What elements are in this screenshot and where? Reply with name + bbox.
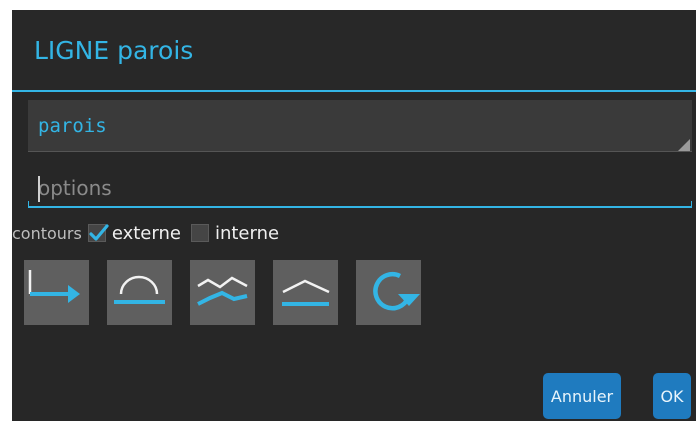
dialog-title: LIGNE parois — [34, 36, 194, 65]
input-underline — [28, 206, 692, 208]
externe-checkbox[interactable] — [87, 224, 109, 242]
title-divider — [12, 90, 696, 92]
interne-checkbox[interactable] — [190, 224, 209, 242]
zigzag-lines-icon — [197, 276, 248, 306]
resize-corner-icon — [678, 139, 690, 151]
text-cursor — [38, 176, 40, 202]
ok-button[interactable]: OK — [653, 373, 691, 419]
options-input[interactable]: options — [28, 170, 692, 208]
tool-chevron-button[interactable] — [273, 260, 338, 325]
line-arrow-icon — [28, 270, 80, 303]
input-underline-right-tick — [691, 201, 692, 208]
tool-arc-button[interactable] — [107, 260, 172, 325]
chevron-over-line-icon — [282, 279, 330, 306]
contours-row: contours externe interne — [12, 220, 289, 246]
rotate-arrow-icon — [373, 272, 420, 311]
externe-label[interactable]: externe — [112, 223, 181, 244]
contours-label: contours — [12, 223, 82, 243]
tool-rotate-button[interactable] — [356, 260, 421, 325]
checkmark-icon — [89, 224, 109, 241]
tool-zigzag-button[interactable] — [190, 260, 255, 325]
input-underline-left-tick — [28, 201, 29, 208]
arc-over-line-icon — [114, 275, 165, 304]
line-name-input[interactable]: parois — [28, 100, 692, 152]
tool-buttons — [24, 260, 421, 325]
options-placeholder: options — [38, 176, 112, 200]
tool-line-arrow-button[interactable] — [24, 260, 89, 325]
interne-label[interactable]: interne — [215, 223, 279, 244]
dialog-header: LIGNE parois — [12, 10, 696, 90]
cancel-button[interactable]: Annuler — [543, 373, 621, 419]
line-dialog: LIGNE parois parois options contours ext… — [12, 10, 696, 421]
line-name-value: parois — [38, 115, 107, 137]
